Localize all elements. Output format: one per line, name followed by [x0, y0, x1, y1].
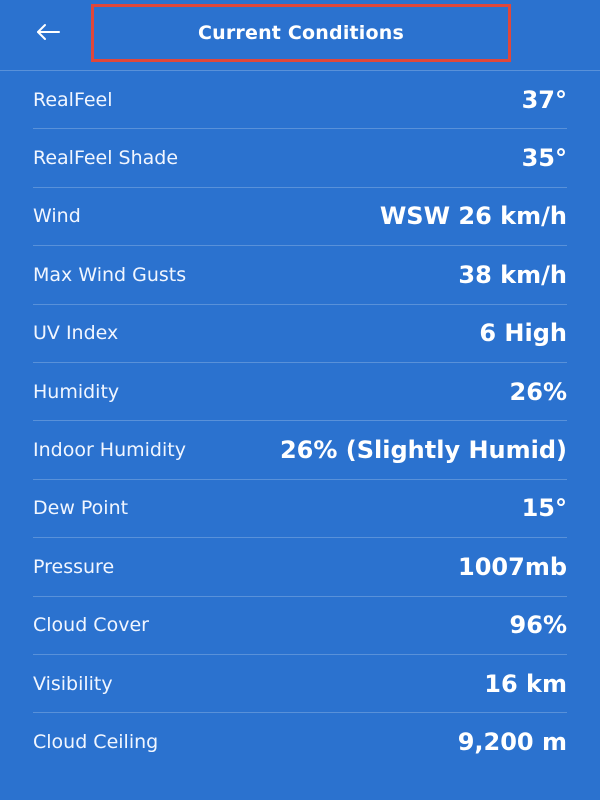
condition-label: UV Index	[33, 322, 119, 345]
condition-label: Cloud Ceiling	[33, 731, 159, 754]
condition-label: Dew Point	[33, 497, 129, 520]
condition-value: 37°	[521, 85, 567, 114]
condition-value: 6 High	[479, 319, 567, 348]
condition-label: Cloud Cover	[33, 614, 149, 637]
condition-row-uv-index: UV Index 6 High	[33, 305, 567, 363]
conditions-list: RealFeel 37° RealFeel Shade 35° Wind WSW…	[0, 71, 600, 772]
condition-value: 26% (Slightly Humid)	[279, 436, 567, 465]
condition-label: Indoor Humidity	[33, 439, 186, 462]
condition-label: RealFeel	[33, 88, 113, 111]
condition-value: 16 km	[484, 669, 567, 698]
title-highlight-box: Current Conditions	[91, 4, 511, 62]
condition-row-wind: Wind WSW 26 km/h	[33, 188, 567, 247]
condition-row-cloud-cover: Cloud Cover 96%	[33, 597, 567, 655]
condition-value: 15°	[521, 494, 567, 523]
condition-value: 38 km/h	[458, 260, 567, 289]
arrow-left-icon	[37, 24, 60, 40]
condition-label: Pressure	[33, 555, 115, 578]
condition-row-max-wind-gusts: Max Wind Gusts 38 km/h	[33, 246, 567, 305]
condition-row-realfeel-shade: RealFeel Shade 35°	[33, 129, 567, 188]
condition-value: 26%	[509, 377, 567, 406]
condition-label: Visibility	[33, 672, 113, 695]
condition-value: 9,200 m	[457, 728, 567, 757]
condition-label: Wind	[33, 205, 81, 228]
condition-row-pressure: Pressure 1007mb	[33, 538, 567, 597]
page-title: Current Conditions	[197, 22, 405, 44]
condition-label: RealFeel Shade	[33, 147, 179, 170]
header-bar: Current Conditions	[0, 0, 600, 71]
condition-row-humidity: Humidity 26%	[33, 363, 567, 422]
back-button[interactable]	[30, 14, 66, 50]
condition-value: WSW 26 km/h	[379, 202, 567, 231]
condition-row-visibility: Visibility 16 km	[33, 655, 567, 714]
condition-label: Humidity	[33, 380, 120, 403]
condition-value: 96%	[509, 611, 567, 640]
condition-row-realfeel: RealFeel 37°	[33, 71, 567, 130]
condition-value: 1007mb	[458, 552, 567, 581]
condition-value: 35°	[521, 144, 567, 173]
condition-label: Max Wind Gusts	[33, 263, 187, 286]
condition-row-cloud-ceiling: Cloud Ceiling 9,200 m	[33, 713, 567, 771]
condition-row-dew-point: Dew Point 15°	[33, 480, 567, 539]
condition-row-indoor-humidity: Indoor Humidity 26% (Slightly Humid)	[33, 421, 567, 480]
